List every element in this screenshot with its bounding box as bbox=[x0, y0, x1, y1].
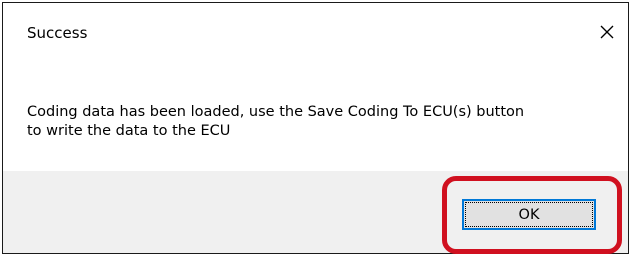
title-bar: Success bbox=[3, 3, 628, 61]
message-line-1: Coding data has been loaded, use the Sav… bbox=[27, 104, 525, 120]
message-line-2: to write the data to the ECU bbox=[27, 123, 231, 139]
ok-button-label: OK bbox=[518, 206, 540, 223]
dialog-title: Success bbox=[27, 24, 88, 42]
close-icon bbox=[600, 25, 614, 39]
close-button[interactable] bbox=[586, 11, 628, 53]
dialog-message: Coding data has been loaded, use the Sav… bbox=[27, 103, 607, 141]
ok-button[interactable]: OK bbox=[462, 199, 596, 230]
